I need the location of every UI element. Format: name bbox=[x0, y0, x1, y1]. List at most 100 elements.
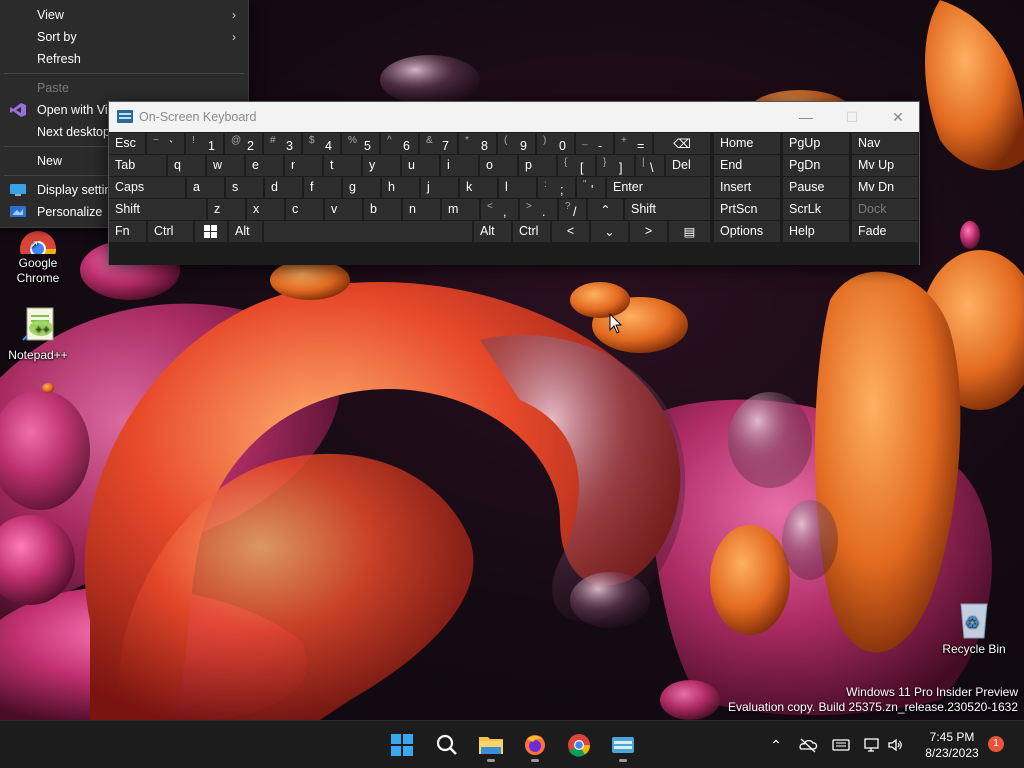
key-symbol[interactable]: }] bbox=[597, 155, 634, 176]
taskbar-on-screen-keyboard[interactable] bbox=[605, 727, 641, 763]
key-z[interactable]: z bbox=[208, 199, 245, 220]
key-symbol[interactable]: ~ ` bbox=[147, 133, 184, 154]
key-9[interactable]: (9 bbox=[498, 133, 535, 154]
key-u[interactable]: u bbox=[402, 155, 439, 176]
key-symbol[interactable]: ? / bbox=[559, 199, 586, 220]
network-icon[interactable] bbox=[862, 735, 882, 755]
close-button[interactable]: ✕ bbox=[875, 102, 921, 132]
keyboard-tray-icon[interactable] bbox=[831, 735, 851, 755]
key-h[interactable]: h bbox=[382, 177, 419, 198]
key-d[interactable]: d bbox=[265, 177, 302, 198]
key-f[interactable]: f bbox=[304, 177, 341, 198]
key-p[interactable]: p bbox=[519, 155, 556, 176]
chevron-up-icon[interactable]: ⌃ bbox=[766, 735, 786, 755]
desktop-icon-recycle-bin[interactable]: ♻ Recycle Bin bbox=[936, 598, 1012, 657]
key-b[interactable]: b bbox=[364, 199, 401, 220]
key-i[interactable]: i bbox=[441, 155, 478, 176]
key-mv-dn[interactable]: Mv Dn bbox=[852, 177, 918, 198]
key-m[interactable]: m bbox=[442, 199, 479, 220]
menu-item-refresh[interactable]: Refresh bbox=[0, 48, 248, 70]
key-symbol[interactable]: < bbox=[552, 221, 589, 242]
key-end[interactable]: End bbox=[714, 155, 780, 176]
osk-title-bar[interactable]: On-Screen Keyboard — ☐ ✕ bbox=[109, 102, 919, 132]
search-button[interactable] bbox=[429, 727, 465, 763]
key-windows[interactable] bbox=[195, 221, 227, 242]
onedrive-offline-icon[interactable] bbox=[798, 735, 818, 755]
key-prtscn[interactable]: PrtScn bbox=[714, 199, 780, 220]
key-o[interactable]: o bbox=[480, 155, 517, 176]
minimize-button[interactable]: — bbox=[783, 102, 829, 132]
key-pgup[interactable]: PgUp bbox=[783, 133, 849, 154]
key-caps[interactable]: Caps bbox=[109, 177, 185, 198]
key-n[interactable]: n bbox=[403, 199, 440, 220]
key-space[interactable] bbox=[264, 221, 472, 242]
menu-item-paste[interactable]: Paste bbox=[0, 77, 248, 99]
key-pgdn[interactable]: PgDn bbox=[783, 155, 849, 176]
key-symbol[interactable]: | \ bbox=[636, 155, 664, 176]
key-g[interactable]: g bbox=[343, 177, 380, 198]
key-symbol[interactable]: :; bbox=[538, 177, 575, 198]
key-symbol[interactable]: >. bbox=[520, 199, 557, 220]
key-y[interactable]: y bbox=[363, 155, 400, 176]
key-7[interactable]: & 7 bbox=[420, 133, 457, 154]
key-symbol[interactable]: > bbox=[630, 221, 667, 242]
key-l[interactable]: l bbox=[499, 177, 536, 198]
key-mv-up[interactable]: Mv Up bbox=[852, 155, 918, 176]
key-symbol[interactable]: + = bbox=[615, 133, 652, 154]
notification-badge[interactable]: 1 bbox=[988, 736, 1004, 752]
key-t[interactable]: t bbox=[324, 155, 361, 176]
key-r[interactable]: r bbox=[285, 155, 322, 176]
key-k[interactable]: k bbox=[460, 177, 497, 198]
key-del[interactable]: Del bbox=[666, 155, 710, 176]
key-6[interactable]: ^ 6 bbox=[381, 133, 418, 154]
menu-item-view[interactable]: View › bbox=[0, 4, 248, 26]
key-pause[interactable]: Pause bbox=[783, 177, 849, 198]
key-shift[interactable]: Shift bbox=[625, 199, 710, 220]
key-enter[interactable]: Enter bbox=[607, 177, 710, 198]
key-symbol[interactable]: ⌄ bbox=[591, 221, 628, 242]
key-j[interactable]: j bbox=[421, 177, 458, 198]
key-1[interactable]: ! 1 bbox=[186, 133, 223, 154]
start-button[interactable] bbox=[384, 727, 420, 763]
taskbar-chrome[interactable] bbox=[561, 727, 597, 763]
key-symbol[interactable]: ⌃ bbox=[588, 199, 623, 220]
key-v[interactable]: v bbox=[325, 199, 362, 220]
key-alt[interactable]: Alt bbox=[474, 221, 511, 242]
key-s[interactable]: s bbox=[226, 177, 263, 198]
key-a[interactable]: a bbox=[187, 177, 224, 198]
key-x[interactable]: x bbox=[247, 199, 284, 220]
key-tab[interactable]: Tab bbox=[109, 155, 166, 176]
key-dock[interactable]: Dock bbox=[852, 199, 918, 220]
key-symbol[interactable]: {[ bbox=[558, 155, 595, 176]
key-symbol[interactable]: ⌫ bbox=[654, 133, 710, 154]
maximize-button[interactable]: ☐ bbox=[829, 102, 875, 132]
key-symbol[interactable]: _ - bbox=[576, 133, 613, 154]
menu-item-sort-by[interactable]: Sort by › bbox=[0, 26, 248, 48]
key-insert[interactable]: Insert bbox=[714, 177, 780, 198]
key-nav[interactable]: Nav bbox=[852, 133, 918, 154]
key-help[interactable]: Help bbox=[783, 221, 849, 242]
key-alt[interactable]: Alt bbox=[229, 221, 262, 242]
key-options[interactable]: Options bbox=[714, 221, 780, 242]
key-scrlk[interactable]: ScrLk bbox=[783, 199, 849, 220]
key-q[interactable]: q bbox=[168, 155, 205, 176]
key-esc[interactable]: Esc bbox=[109, 133, 145, 154]
key-8[interactable]: * 8 bbox=[459, 133, 496, 154]
key-0[interactable]: ) 0 bbox=[537, 133, 574, 154]
desktop-icon-chrome[interactable]: ↗ Google Chrome bbox=[0, 228, 76, 286]
taskbar-file-explorer[interactable] bbox=[473, 727, 509, 763]
desktop-icon-notepadpp[interactable]: ++ Notepad++ bbox=[0, 304, 76, 363]
key-2[interactable]: @2 bbox=[225, 133, 262, 154]
key-3[interactable]: #3 bbox=[264, 133, 301, 154]
key-4[interactable]: $4 bbox=[303, 133, 340, 154]
key-fn[interactable]: Fn bbox=[109, 221, 146, 242]
key-symbol[interactable]: <, bbox=[481, 199, 518, 220]
taskbar-clock[interactable]: 7:45 PM 8/23/2023 bbox=[917, 729, 987, 761]
key-5[interactable]: % 5 bbox=[342, 133, 379, 154]
key-c[interactable]: c bbox=[286, 199, 323, 220]
key-symbol[interactable]: " ' bbox=[577, 177, 605, 198]
key-home[interactable]: Home bbox=[714, 133, 780, 154]
key-shift[interactable]: Shift bbox=[109, 199, 206, 220]
key-w[interactable]: w bbox=[207, 155, 244, 176]
volume-icon[interactable] bbox=[885, 735, 905, 755]
